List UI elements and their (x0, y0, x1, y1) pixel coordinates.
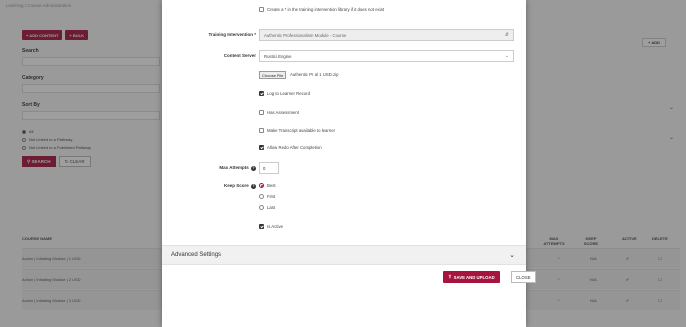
keep-score-best-radio[interactable]: Best (259, 183, 276, 188)
checkbox-label: Make Transcript available to learner (267, 128, 336, 133)
keep-score-first-radio[interactable]: First (259, 194, 275, 199)
allow-redo-checkbox[interactable]: Allow Redo After Completion (259, 145, 322, 150)
updown-icon: ⇵ (504, 32, 509, 38)
keep-score-row: Keep Score ? (162, 181, 526, 193)
choose-file-button[interactable]: Choose File (259, 71, 287, 79)
close-button[interactable]: CLOSE (511, 271, 536, 283)
keep-score-last-radio[interactable]: Last (259, 205, 275, 210)
upload-icon: ⇧ (448, 274, 452, 279)
checkbox-label: Has Assessment (267, 110, 299, 115)
training-intervention-value: Authentic Professionalism Module - Cours… (264, 33, 347, 38)
content-server-label: Content Server (223, 53, 256, 58)
advanced-settings-label: Advanced Settings (171, 252, 222, 258)
training-intervention-row: Training Intervention * Authentic Profes… (162, 29, 526, 41)
save-and-upload-button[interactable]: ⇧ SAVE AND UPLOAD (443, 271, 500, 283)
keep-score-label-text: Keep Score (223, 183, 249, 188)
log-to-learner-record-checkbox[interactable]: Log to Learner Record (259, 91, 310, 96)
content-server-value: Rustici Engine (264, 54, 292, 59)
checkbox-box (259, 91, 264, 96)
max-attempts-row: Max Attempts ? 0 (162, 162, 526, 174)
checkbox-label: Log to Learner Record (267, 91, 310, 96)
checkbox-label: Is Active (267, 224, 283, 229)
modal-footer: ⇧ SAVE AND UPLOAD CLOSE (162, 262, 536, 327)
transcript-available-checkbox[interactable]: Make Transcript available to learner (259, 128, 335, 133)
checkbox-box (259, 128, 264, 133)
training-intervention-select[interactable]: Authentic Professionalism Module - Cours… (259, 29, 514, 41)
checkbox-box (259, 110, 264, 115)
save-and-upload-label: SAVE AND UPLOAD (453, 274, 495, 280)
is-active-checkbox[interactable]: Is Active (259, 224, 283, 229)
radio-label: Best (267, 183, 276, 188)
chevron-down-icon: ⌄ (504, 53, 509, 59)
upload-course-modal: Create a * in the training intervention … (162, 0, 536, 327)
max-attempts-input[interactable]: 0 (259, 162, 279, 174)
create-star-checkbox[interactable]: Create a * in the training intervention … (259, 7, 384, 12)
keep-score-label: Keep Score ? (224, 183, 256, 189)
checkbox-label: Allow Redo After Completion (267, 145, 322, 150)
radio-dot (259, 205, 264, 210)
checkbox-box (259, 224, 264, 229)
content-server-select[interactable]: Rustici Engine ⌄ (259, 50, 514, 62)
file-name: Authentic Pr al 1 USD.zip (290, 72, 339, 77)
has-assessment-checkbox[interactable]: Has Assessment (259, 110, 299, 115)
create-star-label: Create a * in the training intervention … (267, 7, 385, 12)
content-server-row: Content Server Rustici Engine ⌄ (162, 50, 526, 62)
help-icon[interactable]: ? (251, 166, 256, 171)
checkbox-box (259, 7, 264, 12)
file-row: Choose File Authentic Pr al 1 USD.zip (162, 69, 526, 81)
radio-label: First (267, 194, 276, 199)
chevron-down-icon: ⌄ (509, 252, 515, 259)
radio-label: Last (267, 205, 276, 210)
training-intervention-label: Training Intervention * (208, 32, 256, 37)
radio-dot (259, 183, 264, 188)
radio-dot (259, 194, 264, 199)
help-icon[interactable]: ? (251, 184, 256, 189)
max-attempts-label-text: Max Attempts (219, 165, 249, 170)
checkbox-box (259, 145, 264, 150)
max-attempts-label: Max Attempts ? (219, 165, 256, 171)
